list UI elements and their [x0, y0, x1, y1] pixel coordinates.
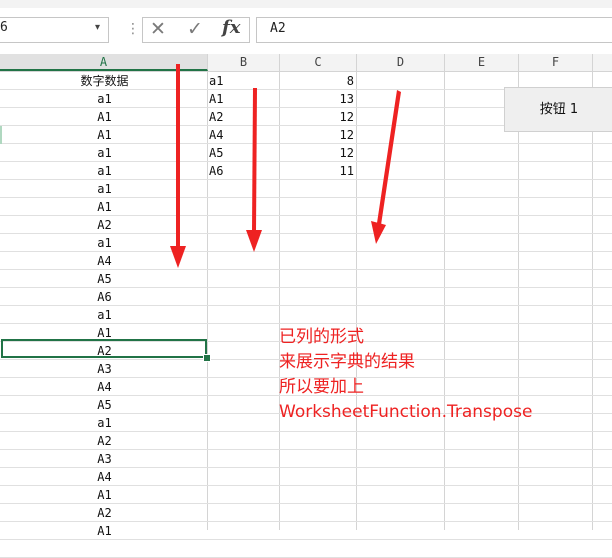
annotation-line: WorksheetFunction.Transpose: [279, 402, 533, 422]
annotation-text: 已列的形式 来展示字典的结果 所以要加上 WorksheetFunction.T…: [279, 325, 532, 425]
annotation-line: 已列的形式: [279, 327, 364, 347]
arrow-down-icon: [371, 90, 401, 244]
arrow-down-icon: [170, 64, 186, 268]
annotation-line: 来展示字典的结果: [279, 352, 415, 372]
annotation-arrows: [170, 64, 401, 268]
annotation-line: 所以要加上: [279, 377, 364, 397]
arrow-down-icon: [246, 88, 262, 252]
